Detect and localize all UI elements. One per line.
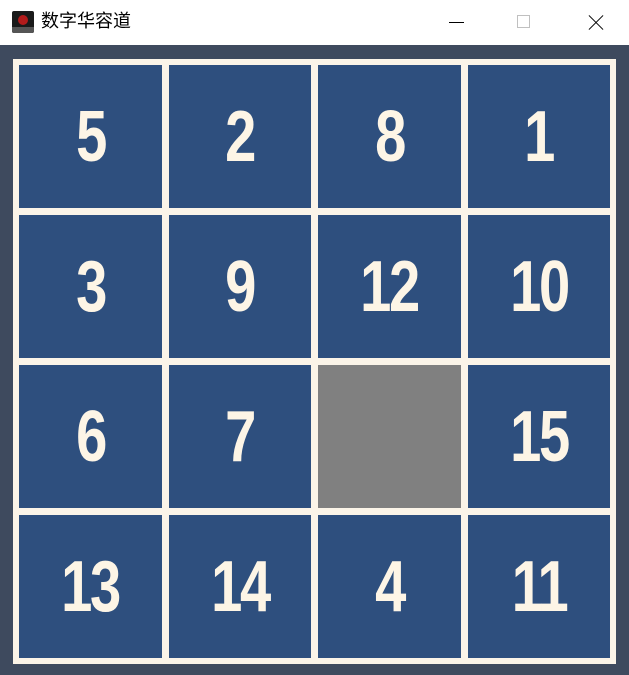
app-icon-dot bbox=[18, 15, 28, 25]
tile[interactable]: 1 bbox=[467, 65, 610, 208]
tile-number: 14 bbox=[210, 546, 271, 627]
minimize-button[interactable] bbox=[433, 0, 479, 45]
tile-number: 11 bbox=[511, 546, 568, 627]
tile[interactable]: 5 bbox=[19, 65, 162, 208]
tile-number: 3 bbox=[75, 246, 107, 327]
tile[interactable]: 6 bbox=[19, 365, 162, 508]
tile-number: 1 bbox=[524, 96, 555, 177]
tile[interactable]: 12 bbox=[318, 215, 461, 358]
puzzle-board: 5 2 8 1 3 9 12 10 6 7 15 13 14 4 11 bbox=[13, 59, 616, 664]
tile-number: 8 bbox=[374, 96, 406, 177]
tile[interactable]: 7 bbox=[168, 365, 311, 508]
tile[interactable]: 4 bbox=[318, 515, 461, 658]
tile[interactable]: 8 bbox=[318, 65, 461, 208]
tile[interactable]: 9 bbox=[168, 215, 311, 358]
tile[interactable]: 2 bbox=[168, 65, 311, 208]
tile-number: 10 bbox=[509, 246, 570, 327]
tile[interactable]: 13 bbox=[19, 515, 162, 658]
window-title: 数字华容道 bbox=[41, 11, 131, 32]
tile-number: 2 bbox=[225, 96, 256, 177]
tile-number: 13 bbox=[61, 546, 121, 627]
title-bar[interactable]: 数字华容道 bbox=[0, 0, 629, 45]
tile-number: 12 bbox=[360, 246, 420, 327]
tile-number: 9 bbox=[225, 246, 256, 327]
tile-number: 15 bbox=[509, 396, 570, 477]
tile[interactable]: 11 bbox=[467, 515, 610, 658]
tile-number: 4 bbox=[374, 546, 406, 627]
tile-number: 6 bbox=[75, 396, 107, 477]
tile-number: 7 bbox=[225, 396, 256, 477]
tile[interactable]: 3 bbox=[19, 215, 162, 358]
tile[interactable]: 14 bbox=[168, 515, 311, 658]
game-area: 5 2 8 1 3 9 12 10 6 7 15 13 14 4 11 bbox=[0, 45, 629, 675]
app-icon-base bbox=[12, 27, 34, 33]
tile[interactable]: 15 bbox=[467, 365, 610, 508]
tile[interactable]: 10 bbox=[467, 215, 610, 358]
close-button[interactable] bbox=[572, 0, 618, 45]
maximize-button[interactable] bbox=[501, 0, 547, 45]
tile-number: 5 bbox=[75, 96, 107, 177]
empty-tile[interactable] bbox=[318, 365, 461, 508]
app-window: 数字华容道 5 2 8 1 3 9 12 10 6 7 15 13 14 4 1… bbox=[0, 0, 629, 675]
app-icon bbox=[12, 11, 34, 33]
